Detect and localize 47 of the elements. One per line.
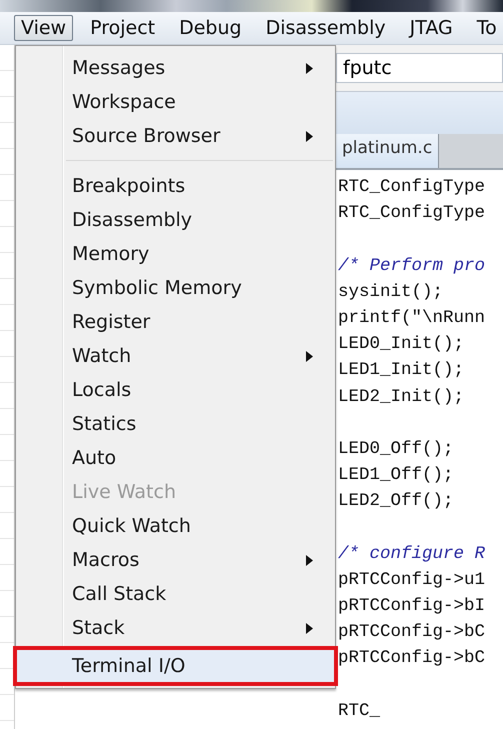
menu-item[interactable]: Watch bbox=[16, 339, 335, 373]
menu-item[interactable]: Locals bbox=[16, 373, 335, 407]
submenu-arrow-icon bbox=[306, 62, 313, 74]
menu-item[interactable]: Breakpoints bbox=[16, 169, 335, 203]
code-line: printf("\nRunn bbox=[338, 308, 486, 328]
menu-item[interactable]: Quick Watch bbox=[16, 509, 335, 543]
menu-item[interactable]: Macros bbox=[16, 543, 335, 577]
menu-item[interactable]: Symbolic Memory bbox=[16, 271, 335, 305]
search-field[interactable]: fputc bbox=[336, 53, 503, 83]
code-line: RTC_ConfigType bbox=[338, 177, 486, 197]
code-line: LED2_Off(); bbox=[338, 491, 454, 512]
code-line: LED1_Init(); bbox=[338, 360, 464, 380]
code-comment: /* configure R bbox=[338, 544, 486, 564]
menu-item[interactable]: Source Browser bbox=[16, 119, 335, 153]
code-line: pRTCConfig->bC bbox=[338, 622, 486, 642]
menu-bar-item[interactable]: To bbox=[470, 15, 503, 41]
menu-item[interactable]: Stack bbox=[16, 611, 335, 645]
menu-bar-item[interactable]: Debug bbox=[172, 15, 249, 41]
code-line: pRTCConfig->bI bbox=[338, 596, 486, 616]
submenu-arrow-icon bbox=[306, 622, 313, 634]
menu-item[interactable]: Messages bbox=[16, 51, 335, 85]
menu-item[interactable]: Terminal I/O bbox=[16, 649, 335, 683]
code-comment: /* Perform pro bbox=[338, 256, 486, 276]
submenu-arrow-icon bbox=[306, 554, 313, 566]
menu-bar-item[interactable]: JTAG bbox=[402, 15, 460, 41]
menu-item[interactable]: Workspace bbox=[16, 85, 335, 119]
submenu-arrow-icon bbox=[306, 350, 313, 362]
submenu-arrow-icon bbox=[306, 130, 313, 142]
menu-item[interactable]: Call Stack bbox=[16, 577, 335, 611]
code-line: pRTCConfig->bC bbox=[338, 648, 486, 668]
editor-tab[interactable]: platinum.c bbox=[336, 134, 440, 168]
code-line: RTC_ConfigType bbox=[338, 203, 486, 224]
code-line: RTC_ bbox=[338, 700, 380, 721]
code-line: LED0_Off(); bbox=[338, 438, 454, 459]
code-line: LED2_Init(); bbox=[338, 386, 464, 406]
menu-bar-item[interactable]: Disassembly bbox=[258, 15, 393, 41]
menu-item[interactable]: Auto bbox=[16, 441, 335, 475]
code-line: sysinit(); bbox=[338, 282, 444, 302]
code-line: LED0_Init(); bbox=[338, 334, 464, 354]
menu-bar-item[interactable]: View bbox=[14, 15, 74, 41]
menu-bar-item[interactable]: Project bbox=[83, 15, 162, 41]
code-line: LED1_Off(); bbox=[338, 465, 454, 486]
menu-item[interactable]: Disassembly bbox=[16, 203, 335, 237]
menu-item[interactable]: Memory bbox=[16, 237, 335, 271]
menu-item[interactable]: Statics bbox=[16, 407, 335, 441]
menu-item[interactable]: Register bbox=[16, 305, 335, 339]
code-line: pRTCConfig->u1 bbox=[338, 570, 486, 590]
